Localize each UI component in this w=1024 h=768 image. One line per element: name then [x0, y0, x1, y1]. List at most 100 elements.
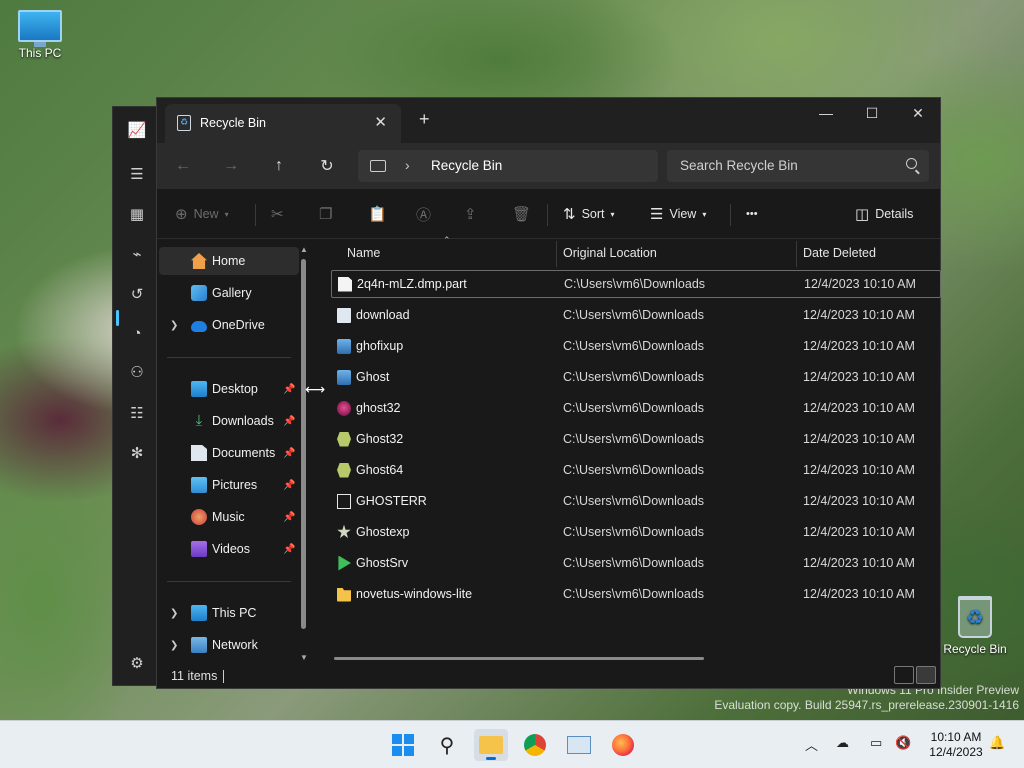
- file-row[interactable]: download C:\Users\vm6\Downloads 12/4/202…: [331, 301, 941, 329]
- file-row[interactable]: Ghostexp C:\Users\vm6\Downloads 12/4/202…: [331, 518, 941, 546]
- breadcrumb-location[interactable]: Recycle Bin: [431, 158, 502, 173]
- file-explorer-window: ♻ Recycle Bin ✕ + — ☐ ✕ ← → ↑ ↻ › Recycl…: [156, 97, 941, 689]
- file-row[interactable]: Ghost C:\Users\vm6\Downloads 12/4/2023 1…: [331, 363, 941, 391]
- close-window-button[interactable]: ✕: [895, 98, 941, 128]
- tiles-view-button[interactable]: [916, 666, 936, 684]
- firefox-taskbar-button[interactable]: [606, 729, 640, 761]
- nav-item-label: Network: [212, 638, 258, 652]
- horizontal-scrollbar[interactable]: [334, 657, 704, 660]
- clock[interactable]: 10:10 AM 12/4/2023: [924, 730, 988, 760]
- rename-button[interactable]: Ⓐ: [416, 202, 431, 226]
- taskbar-search-button[interactable]: ⚲: [430, 729, 464, 761]
- nav-item-this-pc[interactable]: ❯ This PC: [159, 599, 299, 627]
- clipboard-icon: 📋: [368, 206, 387, 223]
- minimize-button[interactable]: —: [803, 98, 849, 128]
- settings-gear-icon[interactable]: ⚙: [126, 652, 148, 674]
- close-tab-icon[interactable]: ✕: [374, 113, 387, 131]
- nav-item-documents[interactable]: Documents 📌: [159, 439, 299, 467]
- file-date: 12/4/2023 10:10 AM: [803, 370, 915, 384]
- back-button[interactable]: ←: [171, 155, 195, 177]
- chevron-down-icon: ▾: [224, 209, 229, 219]
- file-row[interactable]: 2q4n-mLZ.dmp.part C:\Users\vm6\Downloads…: [331, 270, 941, 298]
- nav-item-gallery[interactable]: Gallery: [159, 279, 299, 307]
- share-button[interactable]: ⇪: [464, 202, 477, 226]
- file-row[interactable]: Ghost64 C:\Users\vm6\Downloads 12/4/2023…: [331, 456, 941, 484]
- notification-bell-icon[interactable]: 🔔: [989, 735, 1005, 751]
- new-button[interactable]: ⊕ New ▾: [175, 202, 229, 226]
- volume-muted-icon[interactable]: 🔇: [895, 735, 911, 751]
- processes-icon[interactable]: ▦: [126, 203, 148, 225]
- file-name: Ghostexp: [356, 525, 410, 539]
- file-row[interactable]: Ghost32 C:\Users\vm6\Downloads 12/4/2023…: [331, 425, 941, 453]
- chevron-right-icon[interactable]: ❯: [170, 608, 178, 619]
- tab-title: Recycle Bin: [200, 116, 266, 130]
- history-icon[interactable]: ↺: [126, 283, 148, 305]
- search-icon: [906, 158, 917, 169]
- desktop-icon-this-pc[interactable]: This PC: [0, 10, 80, 60]
- file-row[interactable]: ghofixup C:\Users\vm6\Downloads 12/4/202…: [331, 332, 941, 360]
- nav-item-label: Desktop: [212, 382, 258, 396]
- see-more-button[interactable]: •••: [746, 202, 758, 226]
- nav-item-downloads[interactable]: ⤓ Downloads 📌: [159, 407, 299, 435]
- nav-item-pictures[interactable]: Pictures 📌: [159, 471, 299, 499]
- column-header-date-deleted[interactable]: Date Deleted: [803, 239, 876, 267]
- cut-button[interactable]: ✂: [271, 202, 284, 226]
- performance-chart-icon[interactable]: 📈: [126, 119, 148, 141]
- copy-button[interactable]: ❐: [319, 202, 332, 226]
- nav-item-desktop[interactable]: Desktop 📌: [159, 375, 299, 403]
- show-hidden-icons-chevron[interactable]: ︿: [805, 735, 818, 754]
- nav-scrollbar[interactable]: [301, 259, 306, 629]
- hamburger-menu-icon[interactable]: ☰: [126, 163, 148, 185]
- paste-button[interactable]: 📋: [368, 202, 387, 226]
- column-divider[interactable]: [556, 241, 557, 267]
- details-pane-button[interactable]: ◫ Details: [855, 202, 913, 226]
- desktop-icon-recycle-bin[interactable]: ♻ Recycle Bin: [935, 596, 1015, 656]
- users-icon[interactable]: ⚇: [126, 361, 148, 383]
- cloud-offline-icon[interactable]: ☁: [836, 735, 849, 751]
- file-name: ghost32: [356, 401, 401, 415]
- background-window[interactable]: 📈 ☰ ▦ ⌁ ↺ ◔ ⚇ ☷ ✻ ⚙: [112, 106, 162, 686]
- tab-recycle-bin[interactable]: ♻ Recycle Bin ✕: [165, 104, 401, 143]
- chevron-right-icon[interactable]: ❯: [170, 640, 178, 651]
- start-button[interactable]: [386, 729, 420, 761]
- sort-button[interactable]: ⇅ Sort ▾: [563, 202, 615, 226]
- chrome-taskbar-button[interactable]: [518, 729, 552, 761]
- nav-item-onedrive[interactable]: ❯ OneDrive: [159, 311, 299, 339]
- exe-icon: [337, 307, 351, 323]
- refresh-button[interactable]: ↻: [315, 155, 339, 177]
- breadcrumb[interactable]: › Recycle Bin: [358, 150, 658, 182]
- file-explorer-taskbar-button[interactable]: [474, 729, 508, 761]
- details-list-icon[interactable]: ☷: [126, 402, 148, 424]
- file-row[interactable]: GhostSrv C:\Users\vm6\Downloads 12/4/202…: [331, 549, 941, 577]
- view-button[interactable]: ☰ View ▾: [650, 202, 706, 226]
- startup-icon[interactable]: ◔: [126, 322, 148, 344]
- recycle-bin-icon: ♻: [177, 115, 191, 131]
- file-row[interactable]: GHOSTERR C:\Users\vm6\Downloads 12/4/202…: [331, 487, 941, 515]
- column-header-name[interactable]: Name: [347, 239, 380, 267]
- new-tab-button[interactable]: +: [419, 110, 430, 128]
- maximize-button[interactable]: ☐: [849, 98, 895, 128]
- nav-item-videos[interactable]: Videos 📌: [159, 535, 299, 563]
- nav-item-home[interactable]: Home: [159, 247, 299, 275]
- nav-item-music[interactable]: Music 📌: [159, 503, 299, 531]
- nav-item-network[interactable]: ❯ Network: [159, 631, 299, 659]
- column-header-original-location[interactable]: Original Location: [563, 239, 657, 267]
- pin-icon: 📌: [283, 415, 296, 427]
- scroll-down-arrow[interactable]: ▼: [300, 653, 308, 662]
- file-row[interactable]: ghost32 C:\Users\vm6\Downloads 12/4/2023…: [331, 394, 941, 422]
- performance-icon[interactable]: ⌁: [126, 243, 148, 265]
- scroll-up-arrow[interactable]: ▲: [300, 245, 308, 254]
- search-input[interactable]: Search Recycle Bin: [667, 150, 929, 182]
- forward-button[interactable]: →: [219, 155, 243, 177]
- details-view-button[interactable]: [894, 666, 914, 684]
- file-row[interactable]: novetus-windows-lite C:\Users\vm6\Downlo…: [331, 580, 941, 608]
- task-manager-taskbar-button[interactable]: [562, 729, 596, 761]
- file-name: Ghost: [356, 370, 390, 384]
- up-button[interactable]: ↑: [267, 155, 291, 177]
- services-icon[interactable]: ✻: [126, 442, 148, 464]
- column-divider[interactable]: [796, 241, 797, 267]
- delete-button[interactable]: 🗑: [512, 202, 531, 226]
- chevron-right-icon[interactable]: ❯: [170, 320, 178, 331]
- chevron-right-icon[interactable]: ›: [405, 157, 410, 173]
- network-monitor-icon[interactable]: ▭: [870, 735, 882, 751]
